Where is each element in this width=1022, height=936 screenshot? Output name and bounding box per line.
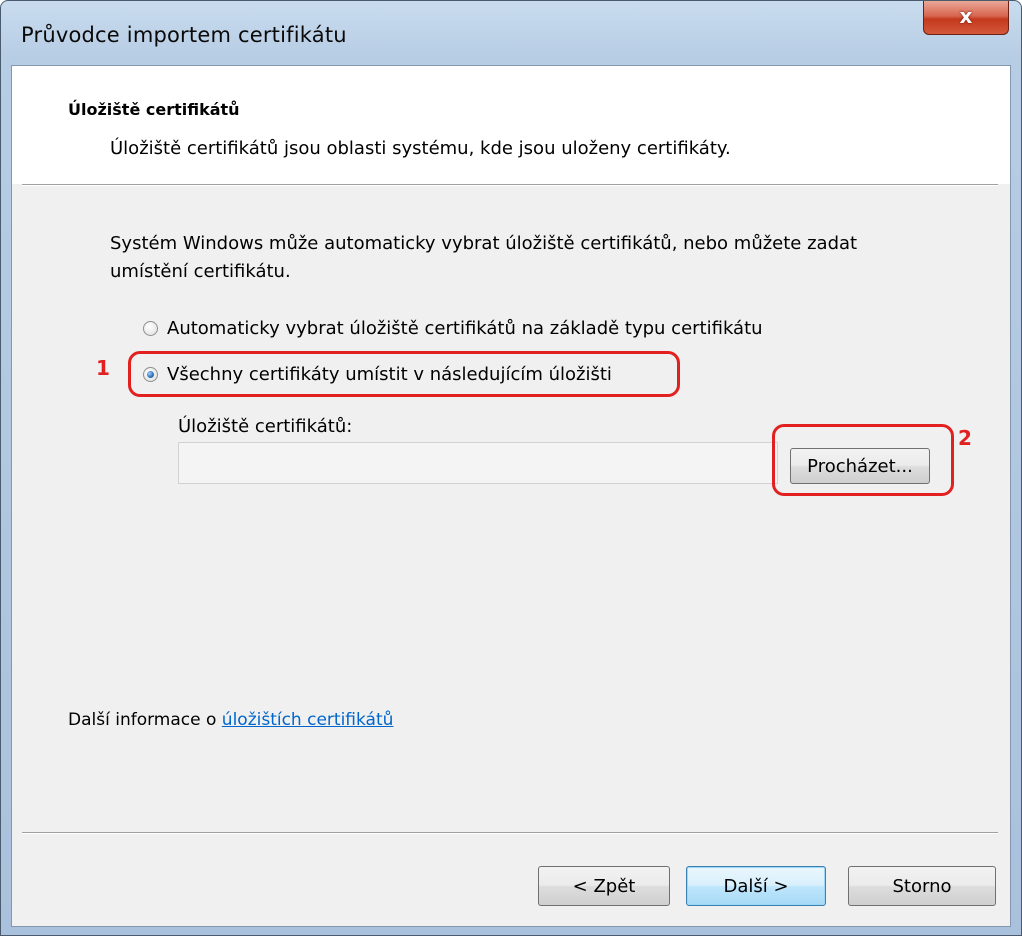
annotation-highlight-1: [128, 351, 680, 397]
next-button[interactable]: Další >: [686, 866, 826, 906]
close-icon: x: [959, 4, 973, 28]
page-title: Úložiště certifikátů: [68, 100, 240, 119]
footer-divider: [22, 832, 998, 834]
title-bar[interactable]: Průvodce importem certifikátu x: [1, 1, 1021, 65]
info-text: Další informace o úložištích certifikátů: [68, 710, 393, 730]
store-label: Úložiště certifikátů:: [178, 416, 353, 437]
info-prefix: Další informace o: [68, 710, 217, 730]
annotation-highlight-2: [772, 424, 954, 496]
intro-text: Systém Windows může automaticky vybrat ú…: [110, 233, 858, 282]
cancel-button[interactable]: Storno: [848, 866, 996, 906]
close-button[interactable]: x: [923, 1, 1009, 35]
wizard-window: Průvodce importem certifikátu x Úložiště…: [0, 0, 1022, 936]
store-input[interactable]: [178, 442, 778, 484]
annotation-number-1: 1: [96, 356, 110, 380]
store-help-link[interactable]: úložištích certifikátů: [222, 710, 394, 730]
window-title: Průvodce importem certifikátu: [21, 23, 347, 47]
radio-auto-select[interactable]: Automaticky vybrat úložiště certifikátů …: [143, 316, 763, 340]
page-description: Úložiště certifikátů jsou oblasti systém…: [110, 138, 731, 159]
dialog-client-area: Úložiště certifikátů Úložiště certifikát…: [11, 65, 1011, 927]
radio-auto-indicator[interactable]: [143, 320, 158, 336]
radio-auto-label[interactable]: Automaticky vybrat úložiště certifikátů …: [167, 318, 763, 339]
header-divider: [22, 184, 998, 186]
wizard-header: Úložiště certifikátů Úložiště certifikát…: [12, 66, 1010, 184]
annotation-number-2: 2: [958, 426, 972, 450]
back-button[interactable]: < Zpět: [538, 866, 670, 906]
